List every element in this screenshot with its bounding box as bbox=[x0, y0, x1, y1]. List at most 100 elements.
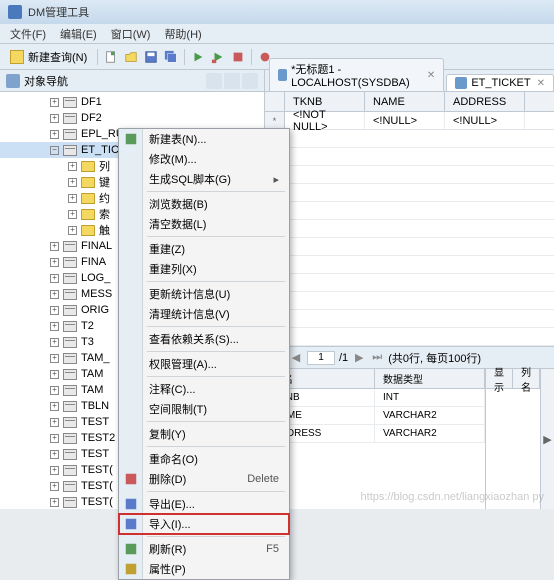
tree-label: TEST( bbox=[81, 480, 113, 492]
menu-item-l[interactable]: 清空数据(L) bbox=[119, 214, 289, 234]
toolbar-stop[interactable] bbox=[229, 48, 247, 66]
sidebar-tool-menu[interactable] bbox=[242, 73, 258, 89]
sidebar-tool-link[interactable] bbox=[206, 73, 222, 89]
tab-et_ticket[interactable]: ET_TICKET✕ bbox=[446, 74, 554, 91]
menu-label: 生成SQL脚本(G) bbox=[149, 171, 231, 187]
expand-icon[interactable]: − bbox=[50, 146, 59, 155]
menu-item-sqlg[interactable]: 生成SQL脚本(G)▸ bbox=[119, 169, 289, 189]
grid-cell[interactable]: <!NULL> bbox=[365, 112, 445, 129]
pager-next[interactable]: ▶ bbox=[352, 351, 366, 365]
expand-icon[interactable]: + bbox=[50, 466, 59, 475]
expand-icon[interactable]: + bbox=[50, 418, 59, 427]
menu-item-z[interactable]: 重建(Z) bbox=[119, 239, 289, 259]
table-icon bbox=[63, 401, 77, 412]
expand-icon[interactable]: + bbox=[50, 274, 59, 283]
close-icon[interactable]: ✕ bbox=[427, 70, 435, 81]
expand-icon[interactable]: + bbox=[68, 178, 77, 187]
col-type: VARCHAR2 bbox=[375, 425, 485, 442]
toolbar-new[interactable] bbox=[102, 48, 120, 66]
col-header[interactable]: 数据类型 bbox=[375, 369, 485, 388]
menu-item-c[interactable]: 注释(C)... bbox=[119, 379, 289, 399]
expand-icon[interactable]: + bbox=[50, 258, 59, 267]
toolbar-run[interactable] bbox=[189, 48, 207, 66]
menu-item-u[interactable]: 更新统计信息(U) bbox=[119, 284, 289, 304]
expand-icon[interactable]: + bbox=[50, 370, 59, 379]
tree-node-df1[interactable]: +DF1 bbox=[0, 94, 264, 110]
schema-row[interactable]: TKNBINT bbox=[265, 389, 485, 407]
expand-icon[interactable]: + bbox=[50, 114, 59, 123]
expand-icon[interactable]: + bbox=[50, 434, 59, 443]
expand-icon[interactable]: + bbox=[68, 162, 77, 171]
expand-icon[interactable]: + bbox=[50, 354, 59, 363]
toolbar-save-all[interactable] bbox=[162, 48, 180, 66]
bottom-pane: ⏮ ◀ /1 ▶ ⏭ (共0行, 每页100行) 列名数据类型 TKNBINTN… bbox=[265, 346, 554, 509]
expand-icon[interactable]: + bbox=[50, 130, 59, 139]
expand-icon[interactable]: + bbox=[50, 386, 59, 395]
col-header[interactable]: 显示 bbox=[486, 369, 513, 388]
import-icon bbox=[123, 516, 139, 532]
folder-icon bbox=[81, 177, 95, 188]
menu-item-n[interactable]: 新建表(N)... bbox=[119, 129, 289, 149]
expand-icon[interactable]: + bbox=[50, 306, 59, 315]
pager-page-input[interactable] bbox=[307, 351, 335, 365]
tree-label: TAM bbox=[81, 384, 103, 396]
expand-icon[interactable]: + bbox=[50, 98, 59, 107]
menu-item-d[interactable]: 删除(D)Delete bbox=[119, 469, 289, 489]
data-grid[interactable]: TKNBNAMEADDRESS *<!NOT NULL><!NULL><!NUL… bbox=[265, 92, 554, 346]
grid-row[interactable]: *<!NOT NULL><!NULL><!NULL> bbox=[265, 112, 554, 130]
pager-prev[interactable]: ◀ bbox=[289, 351, 303, 365]
column-header-name[interactable]: NAME bbox=[365, 92, 445, 111]
menu-item-a[interactable]: 权限管理(A)... bbox=[119, 354, 289, 374]
column-header-address[interactable]: ADDRESS bbox=[445, 92, 525, 111]
table-icon bbox=[63, 145, 77, 156]
expand-icon[interactable]: + bbox=[50, 338, 59, 347]
toolbar-run-selected[interactable] bbox=[209, 48, 227, 66]
menu-item-v[interactable]: 清理统计信息(V) bbox=[119, 304, 289, 324]
menu-item-x[interactable]: 重建列(X) bbox=[119, 259, 289, 279]
menu-item-i[interactable]: 导入(I)... bbox=[119, 514, 289, 534]
menu-item-r[interactable]: 刷新(R)F5 bbox=[119, 539, 289, 559]
menu-help[interactable]: 帮助(H) bbox=[158, 24, 207, 44]
expand-icon[interactable]: + bbox=[50, 322, 59, 331]
grid-cell[interactable]: <!NOT NULL> bbox=[285, 112, 365, 129]
menu-item-b[interactable]: 浏览数据(B) bbox=[119, 194, 289, 214]
new-query-button[interactable]: 新建查询(N) bbox=[4, 47, 93, 67]
close-icon[interactable]: ✕ bbox=[537, 78, 545, 89]
tree-label: TEST( bbox=[81, 464, 113, 476]
tree-node-df2[interactable]: +DF2 bbox=[0, 110, 264, 126]
expand-icon[interactable]: + bbox=[68, 226, 77, 235]
pager-last[interactable]: ⏭ bbox=[370, 351, 384, 365]
columns-grid[interactable]: 列名数据类型 TKNBINTNAMEVARCHAR2ADDRESSVARCHAR… bbox=[265, 369, 485, 509]
expand-icon[interactable]: + bbox=[50, 482, 59, 491]
schema-row[interactable]: ADDRESSVARCHAR2 bbox=[265, 425, 485, 443]
toolbar-save[interactable] bbox=[142, 48, 160, 66]
expand-icon[interactable]: + bbox=[50, 450, 59, 459]
menu-item-s[interactable]: 查看依赖关系(S)... bbox=[119, 329, 289, 349]
col-header[interactable]: 列名 bbox=[513, 369, 540, 388]
display-grid[interactable]: 显示列名 bbox=[485, 369, 540, 509]
toolbar-open[interactable] bbox=[122, 48, 140, 66]
menu-item-y[interactable]: 复制(Y) bbox=[119, 424, 289, 444]
menu-item-e[interactable]: 导出(E)... bbox=[119, 494, 289, 514]
menu-file[interactable]: 文件(F) bbox=[4, 24, 52, 44]
expand-icon[interactable]: + bbox=[50, 242, 59, 251]
tree-label: 索 bbox=[99, 206, 110, 222]
tab-1localhostsysdba[interactable]: *无标题1 - LOCALHOST(SYSDBA)✕ bbox=[269, 58, 444, 91]
menu-item-p[interactable]: 属性(P) bbox=[119, 559, 289, 579]
schema-row[interactable]: NAMEVARCHAR2 bbox=[265, 407, 485, 425]
expand-icon[interactable]: + bbox=[50, 402, 59, 411]
expand-icon[interactable]: + bbox=[68, 194, 77, 203]
scroll-right[interactable]: ▶ bbox=[540, 369, 554, 509]
menu-item-o[interactable]: 重命名(O) bbox=[119, 449, 289, 469]
expand-icon[interactable]: + bbox=[50, 498, 59, 507]
menu-item-t[interactable]: 空间限制(T) bbox=[119, 399, 289, 419]
tree-label: 列 bbox=[99, 158, 110, 174]
sidebar-tool-filter[interactable] bbox=[224, 73, 240, 89]
grid-cell[interactable]: <!NULL> bbox=[445, 112, 525, 129]
menu-edit[interactable]: 编辑(E) bbox=[54, 24, 103, 44]
expand-icon[interactable]: + bbox=[68, 210, 77, 219]
expand-icon[interactable]: + bbox=[50, 290, 59, 299]
menu-item-m[interactable]: 修改(M)... bbox=[119, 149, 289, 169]
menu-window[interactable]: 窗口(W) bbox=[105, 24, 157, 44]
menu-label: 权限管理(A)... bbox=[149, 356, 217, 372]
